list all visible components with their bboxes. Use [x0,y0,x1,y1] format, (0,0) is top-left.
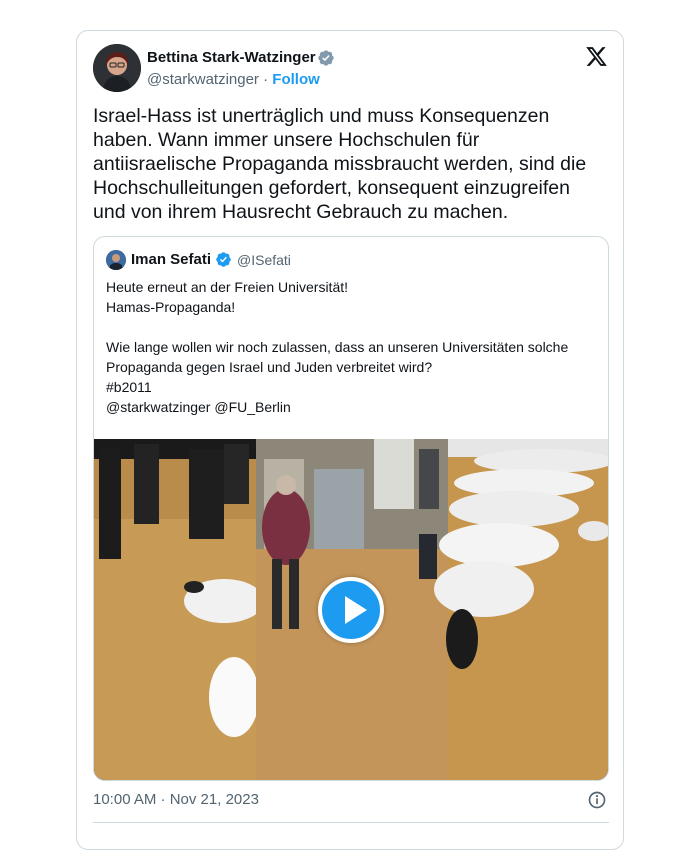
quoted-tweet-text: Heute erneut an der Freien Universität! … [106,279,569,415]
quoted-verified-badge-icon [216,252,231,267]
author-name[interactable]: Bettina Stark-Watzinger [147,49,316,66]
info-icon[interactable] [587,790,607,810]
handle-separator: · [263,71,269,88]
tweet-timestamp[interactable]: 10:00 AM · Nov 21, 2023 [93,791,259,808]
footer-divider [93,822,609,823]
author-handle-line: @starkwatzinger · Follow [147,71,320,88]
follow-link[interactable]: Follow [272,71,320,88]
quoted-author-name[interactable]: Iman Sefati [131,251,211,268]
play-icon [345,596,367,624]
video-thumbnail[interactable] [94,439,608,780]
quoted-author-handle[interactable]: @ISefati [237,252,291,268]
author-avatar[interactable] [93,44,141,92]
author-handle[interactable]: @starkwatzinger [147,71,259,88]
tweet-card: Bettina Stark-Watzinger @starkwatzinger … [76,30,624,850]
play-button[interactable] [318,577,384,643]
quoted-tweet[interactable]: Iman Sefati @ISefati Heute erneut an der… [93,236,609,781]
verified-badge-icon [318,50,334,66]
quoted-author-avatar[interactable] [106,250,126,270]
tweet-text: Israel-Hass ist unerträglich und muss Ko… [93,105,587,223]
x-logo-icon[interactable] [585,45,608,68]
